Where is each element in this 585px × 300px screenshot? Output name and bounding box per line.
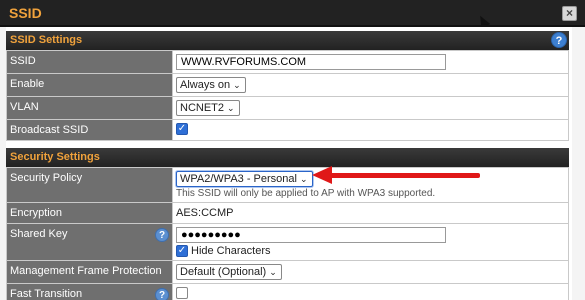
table-row: Shared Key ? ✓Hide Characters [6,222,569,262]
security-settings-heading: Security Settings [10,151,100,163]
security-policy-select-value: WPA2/WPA3 - Personal [180,173,297,185]
wpa3-note: This SSID will only be applied to AP wit… [176,188,436,199]
vlan-select[interactable]: NCNET2 ⌄ [176,100,240,116]
fast-transition-cell: Fast Transition ? [6,283,173,300]
security-policy-select[interactable]: WPA2/WPA3 - Personal ⌄ [176,171,313,187]
chevron-down-icon: ⌄ [227,103,235,113]
table-row: Encryption AES:CCMP [6,202,569,224]
broadcast-ssid-checkbox[interactable]: ✓ [176,123,188,136]
enable-select-value: Always on [180,79,231,91]
broadcast-ssid-label: Broadcast SSID [6,119,173,141]
shared-key-label: Shared Key [10,228,68,240]
hide-characters-checkbox[interactable]: ✓ [176,245,188,258]
mfp-label: Management Frame Protection [6,260,173,285]
table-row: Fast Transition ? [6,283,569,300]
table-row: Enable Always on ⌄ [6,73,569,97]
enable-select[interactable]: Always on ⌄ [176,77,246,93]
fast-transition-label: Fast Transition [10,288,83,300]
arrow-shaft [330,173,480,178]
ssid-settings-section: SSID Settings ? SSID Enable Always on⌄ V… [6,31,569,141]
table-row: VLAN NCNET2 ⌄ [6,96,569,120]
table-row: Broadcast SSID ✓ [6,119,569,141]
encryption-value: AES:CCMP [176,207,234,219]
ssid-input[interactable] [176,54,446,70]
ssid-settings-header: SSID Settings ? [6,31,569,50]
fast-transition-checkbox[interactable] [176,287,188,300]
mfp-select-value: Default (Optional) [180,266,267,279]
table-row: Management Frame Protection Default (Opt… [6,260,569,285]
enable-label: Enable [6,73,173,97]
dialog-titlebar: SSID × [0,0,585,27]
hide-characters-label: Hide Characters [191,245,271,258]
chevron-down-icon: ⌄ [299,174,308,184]
ssid-settings-heading: SSID Settings [10,34,83,46]
chevron-down-icon: ⌄ [233,80,241,90]
chevron-down-icon: ⌄ [269,267,277,278]
shared-key-cell: Shared Key ? [6,222,173,262]
dialog-title: SSID [9,5,42,21]
security-settings-section: Security Settings Security Policy WPA2/W… [6,148,569,300]
ssid-label: SSID [6,50,173,74]
annotation-arrow-icon [312,166,480,184]
vlan-select-value: NCNET2 [180,102,225,114]
ssid-dialog: SSID × SSID Settings ? SSID Enable Alway… [0,0,585,300]
arrow-head [312,166,332,184]
help-icon[interactable]: ? [155,288,169,300]
security-policy-label: Security Policy [6,167,173,203]
mfp-select[interactable]: Default (Optional) ⌄ [176,264,282,281]
shared-key-input[interactable] [176,227,446,243]
close-button[interactable]: × [562,6,577,21]
encryption-label: Encryption [6,202,173,224]
table-row: SSID [6,50,569,74]
security-settings-table: Security Policy WPA2/WPA3 - Personal ⌄ Th… [6,167,569,300]
ssid-settings-table: SSID Enable Always on⌄ VLAN NCNET2⌄ Broa… [6,50,569,141]
help-icon[interactable]: ? [155,228,169,242]
table-row: Security Policy WPA2/WPA3 - Personal ⌄ Th… [6,167,569,203]
help-icon[interactable]: ? [551,32,567,48]
security-settings-header: Security Settings [6,148,569,167]
vlan-label: VLAN [6,96,173,120]
